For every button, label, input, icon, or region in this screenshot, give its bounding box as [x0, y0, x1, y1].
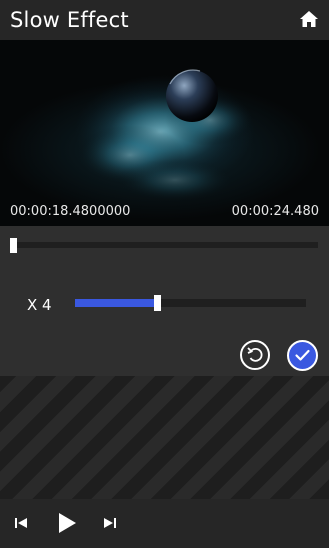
- seek-thumb[interactable]: [10, 238, 17, 253]
- home-icon: [300, 11, 318, 27]
- play-button[interactable]: [57, 512, 77, 534]
- skip-previous-icon: [15, 518, 27, 528]
- home-button[interactable]: [299, 10, 319, 28]
- undo-icon: [247, 347, 263, 362]
- video-frame-image: [75, 69, 255, 202]
- speed-slider-thumb[interactable]: [154, 295, 161, 311]
- video-preview[interactable]: [0, 40, 329, 226]
- app-header: Slow Effect: [0, 0, 329, 40]
- playback-bar: [0, 499, 329, 548]
- speed-slider-fill: [75, 299, 154, 307]
- end-time: 00:00:24.480: [231, 204, 319, 219]
- current-time: 00:00:18.4800000: [10, 204, 131, 219]
- skip-next-button[interactable]: [103, 517, 117, 529]
- check-icon: [295, 349, 310, 361]
- reset-button[interactable]: [240, 340, 270, 370]
- skip-next-icon: [104, 518, 116, 528]
- apply-button[interactable]: [287, 340, 318, 371]
- skip-previous-button[interactable]: [14, 517, 28, 529]
- seek-track[interactable]: [12, 242, 318, 248]
- decorative-stripes: [0, 376, 329, 499]
- play-icon: [59, 513, 76, 533]
- speed-label: X 4: [27, 296, 52, 314]
- page-title: Slow Effect: [10, 8, 129, 32]
